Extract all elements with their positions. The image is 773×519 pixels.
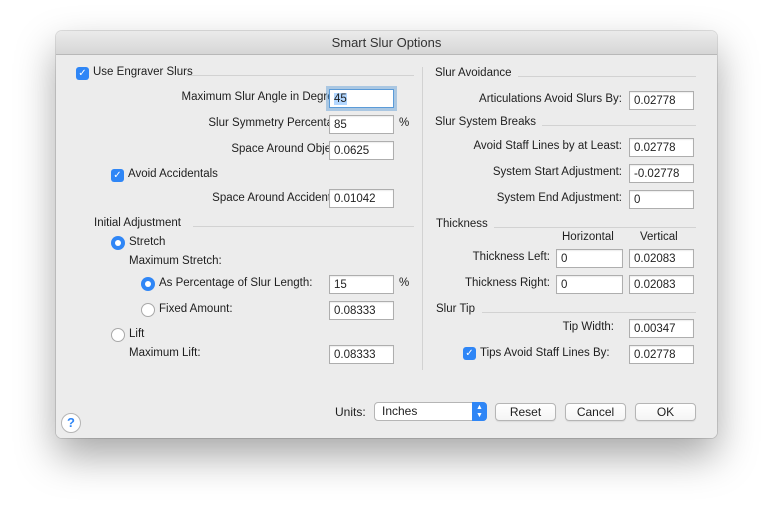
slur-symmetry-input[interactable]: 85 xyxy=(329,115,394,134)
divider xyxy=(193,226,414,227)
avoid-accidentals-label: Avoid Accidentals xyxy=(128,168,218,180)
units-select[interactable]: Inches ▲ ▼ xyxy=(374,402,487,421)
space-around-objects-input[interactable]: 0.0625 xyxy=(329,141,394,160)
ok-button[interactable]: OK xyxy=(635,403,696,421)
thickness-left-vertical-input[interactable]: 0.02083 xyxy=(629,249,694,268)
percent-unit: % xyxy=(399,117,410,129)
maximum-lift-input[interactable]: 0.08333 xyxy=(329,345,394,364)
system-start-adjustment-input[interactable]: -0.02778 xyxy=(629,164,694,183)
stretch-radio[interactable] xyxy=(111,236,125,250)
tip-width-input[interactable]: 0.00347 xyxy=(629,319,694,338)
use-engraver-slurs-label: Use Engraver Slurs xyxy=(93,66,193,78)
fixed-amount-input[interactable]: 0.08333 xyxy=(329,301,394,320)
articulations-avoid-label: Articulations Avoid Slurs By: xyxy=(479,93,622,105)
horizontal-column-header: Horizontal xyxy=(562,231,614,243)
use-engraver-slurs-checkbox[interactable]: ✓ xyxy=(76,67,89,80)
avoid-accidentals-checkbox[interactable]: ✓ xyxy=(111,169,124,182)
system-end-adjustment-input[interactable]: 0 xyxy=(629,190,694,209)
thickness-left-horizontal-input[interactable]: 0 xyxy=(556,249,623,268)
max-slur-angle-input[interactable]: 45 xyxy=(329,89,394,108)
maximum-stretch-label: Maximum Stretch: xyxy=(129,255,222,267)
divider xyxy=(186,75,414,76)
system-start-adjustment-label: System Start Adjustment: xyxy=(492,166,622,178)
space-around-objects-label: Space Around Objects: xyxy=(231,143,349,155)
vertical-column-header: Vertical xyxy=(640,231,678,243)
slur-avoidance-heading: Slur Avoidance xyxy=(435,67,512,79)
tips-avoid-staff-lines-checkbox[interactable]: ✓ xyxy=(463,347,476,360)
fixed-amount-radio[interactable] xyxy=(141,303,155,317)
tip-width-label: Tip Width: xyxy=(562,321,614,333)
lift-radio[interactable] xyxy=(111,328,125,342)
as-percentage-radio[interactable] xyxy=(141,277,155,291)
system-end-adjustment-label: System End Adjustment: xyxy=(496,192,622,204)
units-label: Units: xyxy=(335,405,366,419)
thickness-right-horizontal-input[interactable]: 0 xyxy=(556,275,623,294)
divider xyxy=(494,227,696,228)
thickness-heading: Thickness xyxy=(436,218,488,230)
stretch-label: Stretch xyxy=(129,236,166,248)
fixed-amount-label: Fixed Amount: xyxy=(159,303,233,315)
units-selected-value: Inches xyxy=(382,404,418,418)
slur-system-breaks-heading: Slur System Breaks xyxy=(435,116,536,128)
avoid-staff-lines-label: Avoid Staff Lines by at Least: xyxy=(473,140,622,152)
tips-avoid-staff-lines-label: Tips Avoid Staff Lines By: xyxy=(480,347,610,359)
cancel-button[interactable]: Cancel xyxy=(565,403,626,421)
slur-tip-heading: Slur Tip xyxy=(436,303,475,315)
space-around-accidentals-label: Space Around Accidentals: xyxy=(212,192,349,204)
column-divider xyxy=(422,67,423,370)
help-button[interactable]: ? xyxy=(61,413,81,433)
window-title: Smart Slur Options xyxy=(56,31,717,55)
thickness-left-label: Thickness Left: xyxy=(472,251,550,263)
initial-adjustment-heading: Initial Adjustment xyxy=(94,217,181,229)
avoid-staff-lines-input[interactable]: 0.02778 xyxy=(629,138,694,157)
chevron-up-down-icon: ▲ ▼ xyxy=(472,402,487,421)
tips-avoid-staff-lines-input[interactable]: 0.02778 xyxy=(629,345,694,364)
as-percentage-label: As Percentage of Slur Length: xyxy=(159,277,313,289)
percent-unit: % xyxy=(399,277,410,289)
thickness-right-vertical-input[interactable]: 0.02083 xyxy=(629,275,694,294)
lift-label: Lift xyxy=(129,328,145,340)
max-slur-angle-label: Maximum Slur Angle in Degrees: xyxy=(181,91,349,103)
as-percentage-input[interactable]: 15 xyxy=(329,275,394,294)
smart-slur-options-dialog: Smart Slur Options ✓ Use Engraver Slurs … xyxy=(56,31,717,438)
divider xyxy=(482,312,696,313)
articulations-avoid-input[interactable]: 0.02778 xyxy=(629,91,694,110)
reset-button[interactable]: Reset xyxy=(495,403,556,421)
divider xyxy=(518,76,696,77)
thickness-right-label: Thickness Right: xyxy=(464,277,550,289)
maximum-lift-label: Maximum Lift: xyxy=(129,347,201,359)
slur-symmetry-label: Slur Symmetry Percentage: xyxy=(208,117,349,129)
divider xyxy=(542,125,696,126)
space-around-accidentals-input[interactable]: 0.01042 xyxy=(329,189,394,208)
